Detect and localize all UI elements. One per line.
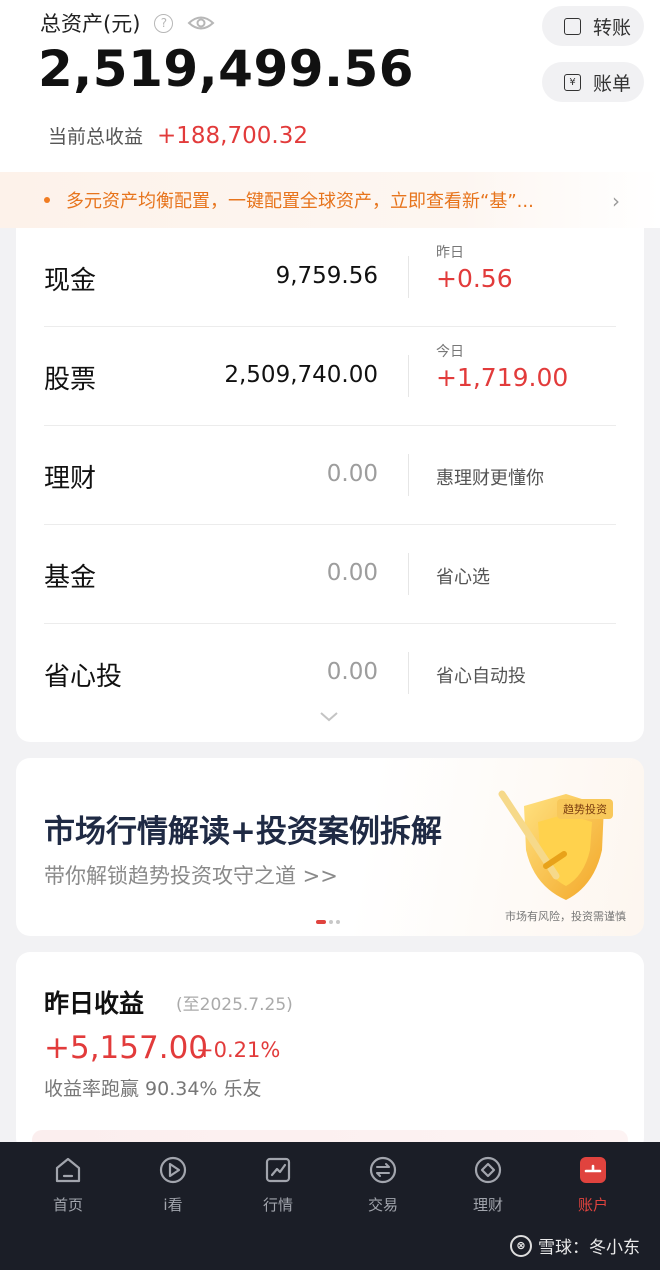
total-profit-value: +188,700.32 xyxy=(157,123,308,149)
asset-list: 现金 9,759.56 昨日 +0.56 股票 2,509,740.00 今日 … xyxy=(16,228,644,742)
banner-dot-icon xyxy=(44,197,50,203)
divider xyxy=(408,454,409,496)
divider xyxy=(408,355,409,397)
exchange-icon xyxy=(369,1156,397,1184)
transfer-label: 转账 xyxy=(593,16,632,39)
asset-name: 股票 xyxy=(44,365,97,395)
divider xyxy=(408,652,409,694)
yesterday-earnings-title: 昨日收益 xyxy=(44,989,145,1018)
tab-label: i看 xyxy=(163,1196,183,1214)
asset-name: 理财 xyxy=(44,464,97,494)
total-profit-label: 当前总收益 xyxy=(48,126,144,148)
tab-market[interactable]: 行情 xyxy=(223,1142,333,1270)
asset-name: 省心投 xyxy=(44,662,123,692)
help-icon[interactable]: ? xyxy=(154,13,174,33)
promo-card[interactable]: 市场行情解读+投资案例拆解 带你解锁趋势投资攻守之道 >> 趋势投资 市场有风险… xyxy=(16,758,644,936)
carousel-dot xyxy=(336,920,340,924)
asset-name: 现金 xyxy=(44,266,97,296)
asset-change-label: 昨日 xyxy=(436,245,464,261)
total-assets-value: 2,519,499.56 xyxy=(38,40,415,98)
transfer-icon xyxy=(564,17,581,35)
asset-row-auto-invest[interactable]: 省心投 0.00 省心自动投 xyxy=(44,624,616,723)
promo-title: 市场行情解读+投资案例拆解 xyxy=(44,814,442,850)
tab-label: 行情 xyxy=(262,1196,293,1214)
asset-header: 总资产(元) ? 2,519,499.56 当前总收益 +188,700.32 … xyxy=(0,0,660,172)
divider xyxy=(408,256,409,298)
chart-icon xyxy=(265,1157,291,1183)
total-assets-title-row: 总资产(元) ? xyxy=(40,8,215,38)
home-icon xyxy=(55,1157,81,1183)
carousel-dot-active xyxy=(316,920,326,924)
risk-disclaimer: 市场有风险，投资需谨慎 xyxy=(505,910,626,923)
asset-change-value: +0.56 xyxy=(436,264,513,293)
asset-row-funds[interactable]: 基金 0.00 省心选 xyxy=(44,525,616,624)
play-icon xyxy=(159,1156,187,1184)
tab-label: 首页 xyxy=(52,1196,83,1214)
asset-description: 惠理财更懂你 xyxy=(436,468,544,489)
yesterday-earnings-card[interactable]: 昨日收益 (至2025.7.25) +5,157.00 +0.21% 收益率跑赢… xyxy=(16,952,644,1152)
promo-tag: 趋势投资 xyxy=(557,799,613,819)
banner-text: 多元资产均衡配置，一键配置全球资产，立即查看新“基”... xyxy=(66,191,534,212)
promo-subtitle: 带你解锁趋势投资攻守之道 >> xyxy=(44,864,338,888)
chevron-right-icon: › xyxy=(612,189,620,213)
total-assets-label: 总资产(元) xyxy=(40,12,141,36)
bill-button[interactable]: ¥ 账单 xyxy=(542,62,644,102)
eye-icon[interactable] xyxy=(187,13,215,33)
asset-amount: 0.00 xyxy=(326,659,378,685)
bottom-tab-bar: 首页 i看 行情 交易 理财 账户 ⊗ 雪球：冬小东 xyxy=(0,1142,660,1270)
tab-home[interactable]: 首页 xyxy=(13,1142,123,1270)
asset-row-wealth[interactable]: 理财 0.00 惠理财更懂你 xyxy=(44,426,616,525)
watermark-text: 雪球：冬小东 xyxy=(538,1238,640,1258)
yesterday-earnings-value: +5,157.00 xyxy=(44,1030,209,1066)
tab-label: 理财 xyxy=(472,1196,503,1214)
yesterday-earnings-rate: +0.21% xyxy=(196,1038,281,1062)
bill-icon: ¥ xyxy=(564,73,581,91)
watermark: ⊗ 雪球：冬小东 xyxy=(510,1233,640,1258)
xueqiu-logo-icon: ⊗ xyxy=(510,1234,532,1257)
tab-label: 账户 xyxy=(577,1196,608,1214)
asset-amount: 9,759.56 xyxy=(275,263,378,289)
yesterday-earnings-rank: 收益率跑赢 90.34% 乐友 xyxy=(44,1078,262,1100)
asset-change-value: +1,719.00 xyxy=(436,363,569,392)
tab-i-watch[interactable]: i看 xyxy=(118,1142,228,1270)
asset-amount: 2,509,740.00 xyxy=(224,362,378,388)
asset-change-label: 今日 xyxy=(436,344,464,360)
bill-label: 账单 xyxy=(593,72,632,95)
tab-label: 交易 xyxy=(367,1196,398,1214)
total-profit-row: 当前总收益 +188,700.32 xyxy=(48,122,308,149)
tab-trade[interactable]: 交易 xyxy=(328,1142,438,1270)
account-icon xyxy=(580,1157,606,1183)
asset-row-stocks[interactable]: 股票 2,509,740.00 今日 +1,719.00 xyxy=(44,327,616,426)
promo-banner[interactable]: 多元资产均衡配置，一键配置全球资产，立即查看新“基”... › xyxy=(0,172,660,228)
asset-amount: 0.00 xyxy=(326,560,378,586)
asset-row-cash[interactable]: 现金 9,759.56 昨日 +0.56 xyxy=(44,228,616,327)
carousel-dot xyxy=(329,920,333,924)
asset-description: 省心自动投 xyxy=(436,666,526,687)
carousel-indicator xyxy=(316,920,343,924)
yesterday-earnings-date: (至2025.7.25) xyxy=(176,995,293,1015)
divider xyxy=(408,553,409,595)
transfer-button[interactable]: 转账 xyxy=(542,6,644,46)
asset-amount: 0.00 xyxy=(326,461,378,487)
asset-name: 基金 xyxy=(44,563,97,593)
asset-description: 省心选 xyxy=(436,567,490,588)
diamond-icon xyxy=(474,1156,502,1184)
chevron-down-icon[interactable] xyxy=(320,712,338,722)
